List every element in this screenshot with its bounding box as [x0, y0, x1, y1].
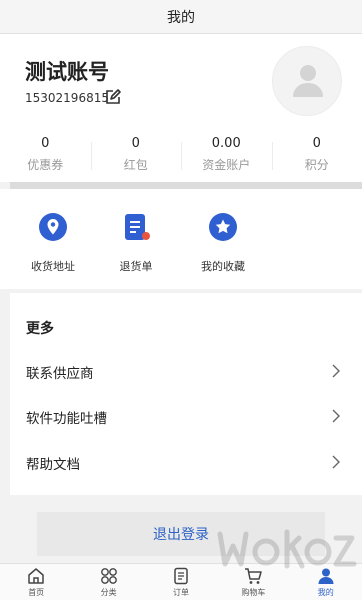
- menu-item-label: 联系供应商: [26, 366, 94, 382]
- stat-label: 积分: [304, 158, 329, 172]
- menu-item-contact-supplier[interactable]: 联系供应商: [10, 349, 362, 393]
- home-icon: [28, 568, 44, 584]
- chevron-right-icon: [332, 455, 340, 469]
- stat-value: 0: [41, 136, 50, 151]
- more-section: 更多 联系供应商 软件功能吐槽 帮助文档: [10, 293, 362, 495]
- bottom-tab-bar: 首页 分类 订单 购物车 我的: [0, 563, 362, 600]
- user-silhouette-icon: [293, 65, 323, 97]
- profile-card: 测试账号 15302196815 0 优惠券 0 红包 0.00 资金账户 0 …: [0, 34, 362, 182]
- tab-label: 首页: [28, 588, 45, 597]
- logout-label: 退出登录: [153, 526, 209, 542]
- chevron-right-icon: [332, 364, 340, 378]
- user-icon: [318, 568, 334, 584]
- tab-label: 分类: [100, 588, 117, 597]
- stat-label: 优惠券: [27, 158, 64, 172]
- menu-item-label: 帮助文档: [26, 457, 80, 473]
- logout-button[interactable]: 退出登录: [37, 512, 325, 556]
- edit-icon[interactable]: [104, 88, 122, 106]
- tab-orders[interactable]: 订单: [145, 564, 217, 600]
- stat-value: 0.00: [211, 136, 241, 151]
- page-title: 我的: [167, 9, 195, 26]
- menu-item-label: 软件功能吐槽: [26, 411, 107, 427]
- menu-item-help-docs[interactable]: 帮助文档: [10, 440, 362, 484]
- avatar[interactable]: [272, 46, 342, 116]
- stat-value: 0: [131, 136, 140, 151]
- section-title: 更多: [26, 321, 54, 337]
- tab-mine[interactable]: 我的: [290, 564, 362, 600]
- quick-action-address[interactable]: 收货地址: [17, 211, 89, 274]
- logout-zone: 退出登录: [0, 495, 362, 563]
- tab-label: 购物车: [241, 588, 266, 597]
- cart-icon: [245, 568, 263, 584]
- account-name: 测试账号: [25, 60, 109, 84]
- quick-actions: 收货地址 退货单 我的收藏: [0, 189, 362, 289]
- chevron-right-icon: [332, 409, 340, 423]
- quick-action-favorites[interactable]: 我的收藏: [187, 211, 259, 274]
- quick-action-label: 退货单: [119, 260, 153, 273]
- stats-row: 0 优惠券 0 红包 0.00 资金账户 0 积分: [0, 134, 362, 178]
- stat-label: 红包: [123, 158, 148, 172]
- tab-label: 我的: [317, 588, 334, 597]
- tab-cart[interactable]: 购物车: [217, 564, 289, 600]
- location-pin-icon: [39, 213, 67, 241]
- stat-points[interactable]: 0 积分: [271, 134, 362, 178]
- tab-label: 订单: [172, 588, 189, 597]
- tab-home[interactable]: 首页: [0, 564, 72, 600]
- stat-coupon[interactable]: 0 优惠券: [0, 134, 91, 178]
- account-phone: 15302196815: [25, 91, 109, 105]
- stat-fund-account[interactable]: 0.00 资金账户: [181, 134, 272, 178]
- divider-strip: [10, 182, 362, 189]
- tab-category[interactable]: 分类: [72, 564, 144, 600]
- order-icon: [174, 567, 188, 585]
- stat-red-packet[interactable]: 0 红包: [90, 134, 182, 178]
- quick-action-label: 我的收藏: [201, 260, 245, 273]
- stat-value: 0: [312, 136, 321, 151]
- quick-action-label: 收货地址: [31, 260, 75, 273]
- return-order-icon: [125, 214, 150, 240]
- star-favorite-icon: [209, 213, 237, 241]
- category-icon: [100, 568, 117, 584]
- stat-label: 资金账户: [202, 158, 251, 172]
- quick-action-return-order[interactable]: 退货单: [100, 211, 172, 274]
- top-bar: 我的: [0, 0, 362, 34]
- menu-item-feedback[interactable]: 软件功能吐槽: [10, 394, 362, 438]
